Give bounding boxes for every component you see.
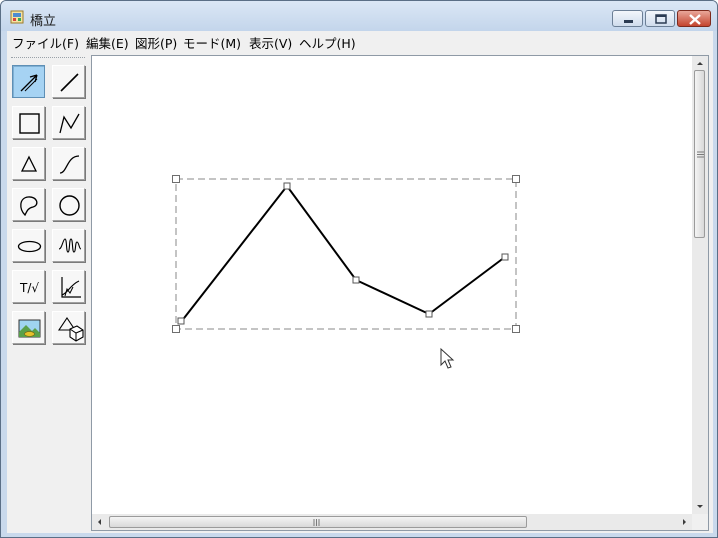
tool-rectangle[interactable]: [12, 106, 45, 139]
tool-select[interactable]: [12, 65, 45, 98]
image-icon: [18, 319, 41, 338]
close-button[interactable]: [677, 10, 711, 27]
close-icon: [689, 14, 701, 25]
menu-bar: ファイル(F) 編集(E) 図形(P) モード(M) 表示(V) ヘルプ(H): [7, 31, 713, 51]
arrow-cursor-icon: [440, 347, 455, 369]
minimize-button[interactable]: [612, 10, 643, 27]
bounding-handles[interactable]: [172, 175, 520, 333]
menu-file[interactable]: ファイル(F): [12, 33, 79, 52]
tool-3d-shapes[interactable]: [52, 311, 85, 344]
maximize-button[interactable]: [645, 10, 675, 27]
vertical-scroll-thumb[interactable]: [694, 70, 705, 238]
menu-view[interactable]: 表示(V): [249, 33, 292, 52]
tool-line[interactable]: [52, 65, 85, 98]
app-icon: [10, 10, 24, 24]
horizontal-scroll-thumb[interactable]: [109, 516, 527, 528]
curve-icon: [59, 155, 80, 174]
client-area: ファイル(F) 編集(E) 図形(P) モード(M) 表示(V) ヘルプ(H): [7, 31, 713, 533]
tool-text-formula[interactable]: T/√: [12, 270, 45, 303]
scroll-down-arrow-icon[interactable]: [692, 498, 708, 514]
scroll-left-arrow-icon[interactable]: [92, 514, 108, 530]
select-arrow-icon: [20, 74, 38, 92]
minimize-icon: [624, 20, 633, 23]
triangle-icon: [20, 155, 38, 172]
scroll-right-arrow-icon[interactable]: [676, 514, 692, 530]
maximize-icon: [655, 14, 667, 24]
toolbox-panel: T/√: [7, 51, 89, 533]
3d-shapes-icon: [57, 317, 84, 342]
polyline-shape[interactable]: [180, 184, 506, 323]
tool-graph[interactable]: [52, 270, 85, 303]
selection-bounding-box: [175, 178, 517, 330]
window-title: 橋立: [30, 14, 57, 29]
thumb-grip-icon: [697, 151, 704, 158]
freeform-shape-icon: [20, 196, 38, 217]
tool-spring[interactable]: [52, 229, 85, 262]
application-window: 橋立 ファイル(F) 編集(E) 図形(P) モード(M) 表示(V) ヘルプ(…: [0, 0, 718, 538]
tool-curve[interactable]: [52, 147, 85, 180]
polyline-icon: [59, 113, 80, 134]
title-bar[interactable]: 橋立: [1, 1, 717, 31]
line-icon: [60, 73, 79, 92]
menu-help[interactable]: ヘルプ(H): [299, 33, 356, 52]
drawing-canvas[interactable]: [92, 56, 692, 514]
graph-axes-icon: [61, 277, 81, 298]
menu-edit[interactable]: 編集(E): [86, 33, 129, 52]
text-formula-icon: T/√: [19, 281, 39, 295]
tool-freeform[interactable]: [12, 188, 45, 221]
rectangle-icon: [19, 113, 40, 134]
spring-icon: [58, 238, 82, 253]
svg-text:T/√: T/√: [19, 281, 39, 295]
vertex-handles[interactable]: [177, 182, 509, 325]
tool-triangle[interactable]: [12, 147, 45, 180]
vertical-scrollbar[interactable]: [692, 56, 708, 514]
tool-circle[interactable]: [52, 188, 85, 221]
scrollbar-corner: [692, 514, 708, 530]
tool-image[interactable]: [12, 311, 45, 344]
tool-ellipse[interactable]: [12, 229, 45, 262]
thumb-grip-icon: [313, 519, 320, 526]
tool-polyline[interactable]: [52, 106, 85, 139]
toolbox-grip[interactable]: [11, 57, 85, 60]
menu-shape[interactable]: 図形(P): [135, 33, 177, 52]
drawing-area: [91, 55, 709, 531]
circle-icon: [59, 195, 80, 216]
menu-mode[interactable]: モード(M): [183, 33, 241, 52]
horizontal-scrollbar[interactable]: [92, 514, 692, 530]
ellipse-icon: [17, 240, 42, 253]
